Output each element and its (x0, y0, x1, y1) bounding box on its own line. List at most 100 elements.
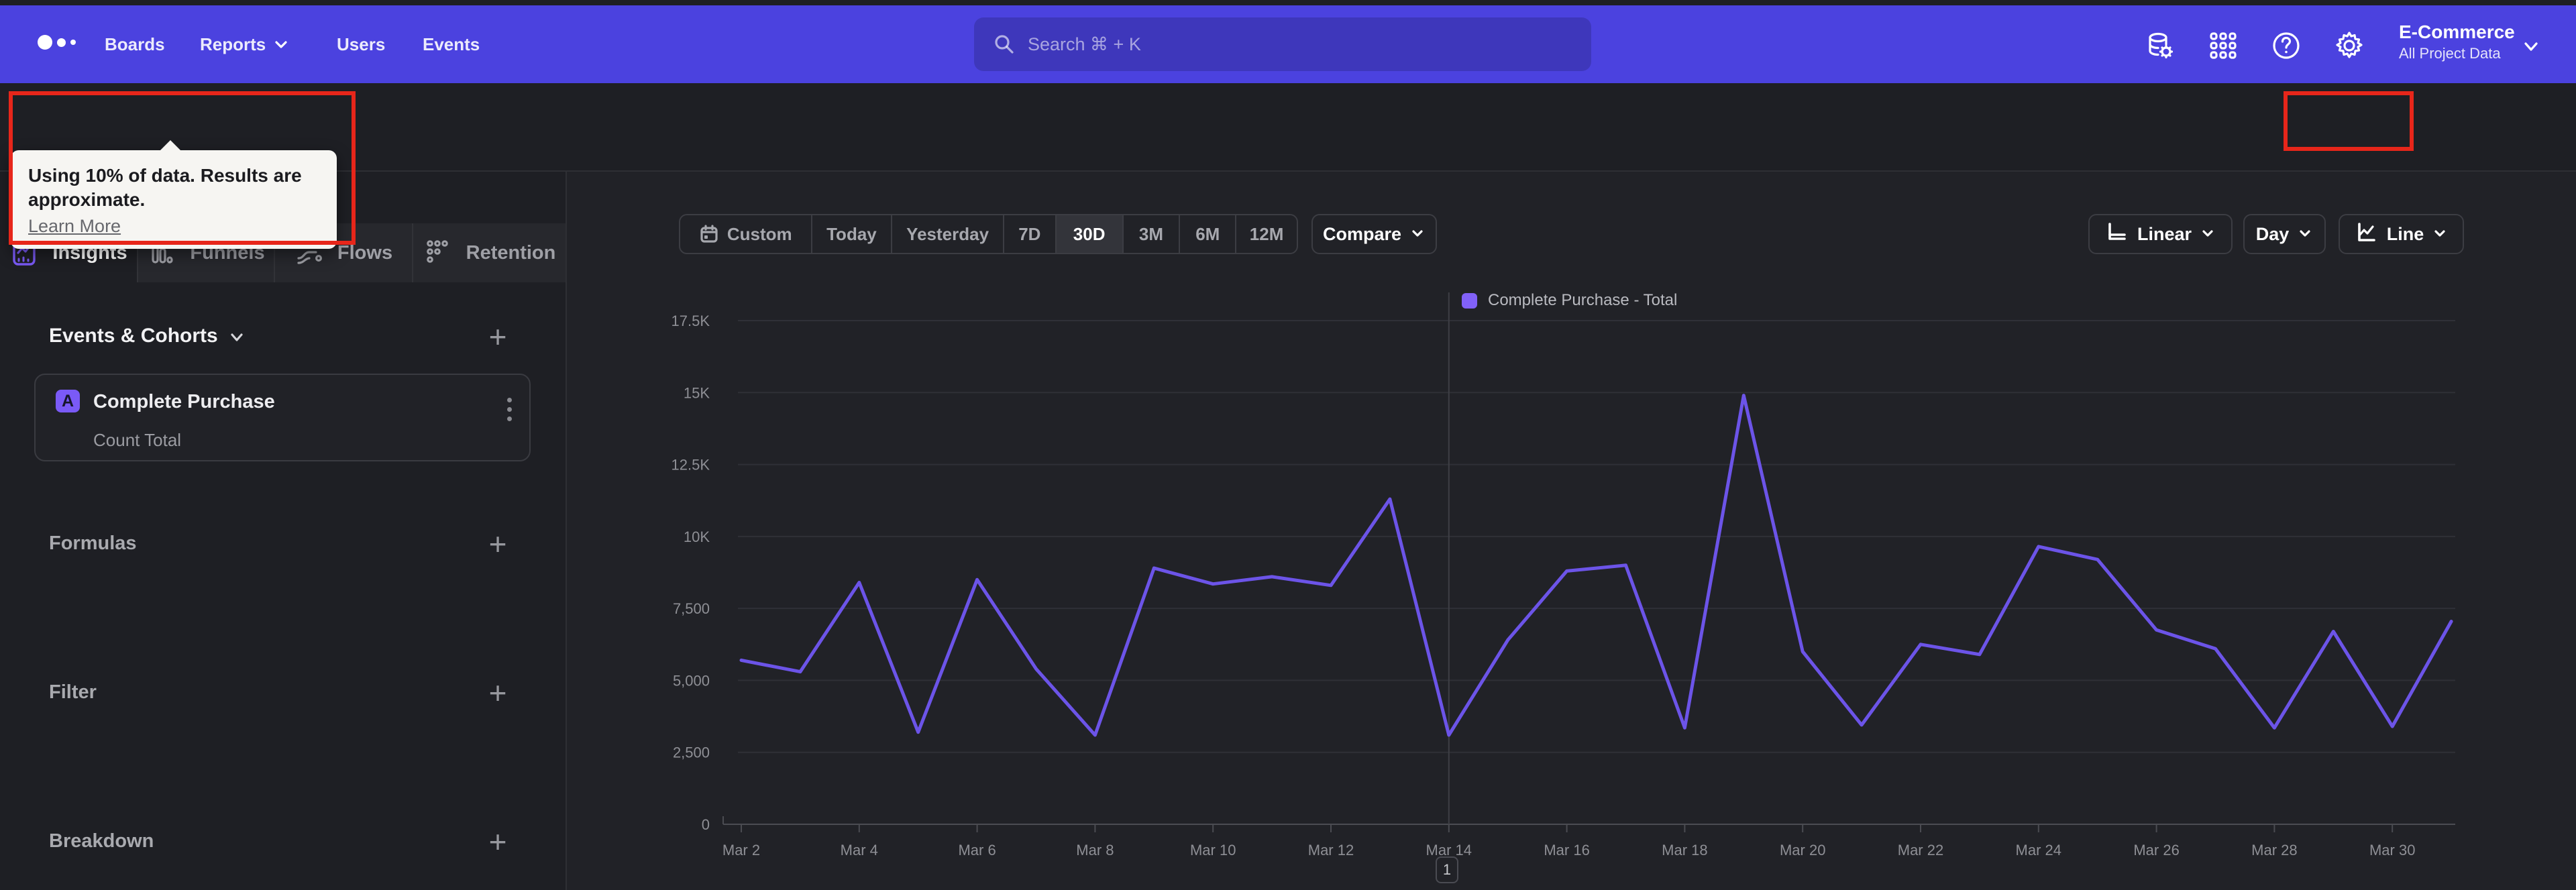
date-range-control: Custom Today Yesterday 7D 30D 3M 6M 12M (679, 214, 1298, 254)
event-name: Complete Purchase (93, 391, 275, 412)
event-menu-icon[interactable] (507, 398, 512, 421)
date-range-label: Yesterday (906, 223, 989, 244)
nav-item-label: Users (337, 34, 386, 54)
date-range-30d[interactable]: 30D (1055, 215, 1122, 253)
events-cohorts-header[interactable]: Events & Cohorts (49, 325, 244, 347)
tab-label: Flows (337, 241, 393, 264)
settings-gear-icon[interactable] (2333, 30, 2365, 62)
date-range-6m[interactable]: 6M (1179, 215, 1235, 253)
svg-text:Mar 4: Mar 4 (841, 842, 878, 858)
calendar-icon (699, 224, 719, 244)
add-breakdown-button[interactable]: + (482, 824, 514, 859)
search-placeholder: Search ⌘ + K (1028, 34, 1141, 54)
project-scope: All Project Data (2399, 45, 2501, 62)
chart-type-label: Line (2386, 223, 2424, 244)
legend-swatch (1462, 292, 1477, 309)
nav-item-events[interactable]: Events (423, 5, 480, 83)
svg-text:Mar 24: Mar 24 (2016, 842, 2061, 858)
svg-text:Mar 26: Mar 26 (2133, 842, 2179, 858)
nav-item-users[interactable]: Users (337, 5, 385, 83)
svg-text:15K: 15K (684, 384, 710, 401)
date-range-label: 6M (1195, 223, 1220, 244)
date-range-today[interactable]: Today (810, 215, 892, 253)
chevron-down-icon (2201, 227, 2216, 241)
svg-text:12.5K: 12.5K (672, 457, 710, 474)
filter-label: Filter (49, 681, 97, 703)
query-sidebar: Insights Funnels Flows Retention Events … (0, 172, 566, 890)
chevron-down-icon (274, 37, 288, 52)
event-metric[interactable]: Count Total (93, 430, 181, 451)
svg-text:10K: 10K (684, 529, 710, 545)
granularity-selector[interactable]: Day (2243, 214, 2326, 254)
line-chart-icon (2355, 221, 2377, 248)
pagination-page-1[interactable]: 1 (1436, 856, 1458, 883)
tab-retention[interactable]: Retention (412, 223, 566, 282)
scale-selector[interactable]: Linear (2088, 214, 2233, 254)
breakdown-label: Breakdown (49, 830, 154, 852)
date-range-custom[interactable]: Custom (680, 215, 811, 253)
date-range-label: 3M (1138, 223, 1164, 244)
date-range-3m[interactable]: 3M (1122, 215, 1179, 253)
linear-axis-icon (2105, 221, 2128, 248)
chart-panel: Custom Today Yesterday 7D 30D 3M 6M 12M Compare… (567, 172, 2576, 890)
svg-text:Mar 2: Mar 2 (722, 842, 760, 858)
mixpanel-logo-icon[interactable] (38, 35, 76, 50)
date-range-yesterday[interactable]: Yesterday (891, 215, 1003, 253)
date-range-label: Custom (727, 223, 792, 244)
chevron-down-icon (2433, 227, 2448, 241)
svg-text:0: 0 (702, 816, 710, 833)
series-line (739, 394, 2453, 737)
add-filter-button[interactable]: + (482, 675, 514, 710)
svg-text:Mar 18: Mar 18 (1662, 842, 1707, 858)
date-range-7d[interactable]: 7D (1002, 215, 1055, 253)
help-icon[interactable] (2270, 30, 2302, 62)
date-range-12m[interactable]: 12M (1235, 215, 1297, 253)
chart-type-selector[interactable]: Line (2339, 214, 2464, 254)
svg-text:Mar 8: Mar 8 (1076, 842, 1114, 858)
date-range-label: 30D (1073, 223, 1106, 244)
chart-legend[interactable]: Complete Purchase - Total (1462, 291, 1677, 310)
tab-label: Retention (466, 241, 556, 264)
y-axis-labels: 0 2,500 5,000 7,500 10K 12.5K 15K 17.5K (672, 313, 710, 833)
search-input[interactable]: Search ⌘ + K (974, 17, 1591, 71)
search-icon (993, 33, 1016, 56)
chevron-down-icon[interactable] (2522, 38, 2540, 58)
svg-text:5,000: 5,000 (673, 672, 710, 689)
section-label: Events & Cohorts (49, 325, 218, 347)
svg-text:Mar 20: Mar 20 (1780, 842, 1825, 858)
svg-text:Mar 28: Mar 28 (2251, 842, 2297, 858)
chevron-down-icon (2298, 227, 2313, 241)
nav-item-label: Boards (105, 34, 165, 54)
line-chart: 0 2,500 5,000 7,500 10K 12.5K 15K 17.5K Mar 2 Mar… (672, 292, 2455, 858)
svg-text:Mar 16: Mar 16 (1544, 842, 1589, 858)
add-formula-button[interactable]: + (482, 526, 514, 561)
date-range-label: Today (826, 223, 877, 244)
project-name: E-Commerce (2399, 21, 2515, 42)
svg-text:Mar 30: Mar 30 (2369, 842, 2415, 858)
gridlines (722, 292, 2455, 832)
nav-item-reports[interactable]: Reports (200, 5, 288, 83)
svg-text:7,500: 7,500 (673, 600, 710, 617)
apps-grid-icon[interactable] (2207, 30, 2239, 62)
chevron-down-icon (229, 329, 244, 343)
formulas-label: Formulas (49, 533, 137, 554)
chevron-down-icon (1411, 227, 1426, 241)
report-title-bar: Untitled Sampled + Add description... Sa (0, 83, 2576, 223)
svg-text:17.5K: 17.5K (672, 313, 710, 329)
event-letter-badge: A (56, 390, 80, 412)
date-range-label: 7D (1018, 223, 1041, 244)
svg-text:2,500: 2,500 (673, 744, 710, 761)
mixpanel-insights-app: Boards Reports Users Events Search ⌘ + K (0, 0, 2576, 890)
svg-text:Mar 6: Mar 6 (958, 842, 996, 858)
project-switcher[interactable]: E-Commerce All Project Data (2399, 20, 2515, 63)
event-card[interactable]: A Complete Purchase Count Total (34, 374, 531, 461)
nav-item-label: Events (423, 34, 480, 54)
add-event-button[interactable]: + (482, 319, 514, 354)
svg-text:Mar 12: Mar 12 (1308, 842, 1354, 858)
data-gear-icon[interactable] (2144, 30, 2176, 62)
compare-label: Compare (1322, 223, 1402, 244)
compare-button[interactable]: Compare (1311, 214, 1437, 254)
annotation-rect-toggle (2284, 91, 2414, 151)
annotation-rect-title (9, 91, 356, 245)
nav-item-boards[interactable]: Boards (105, 5, 165, 83)
